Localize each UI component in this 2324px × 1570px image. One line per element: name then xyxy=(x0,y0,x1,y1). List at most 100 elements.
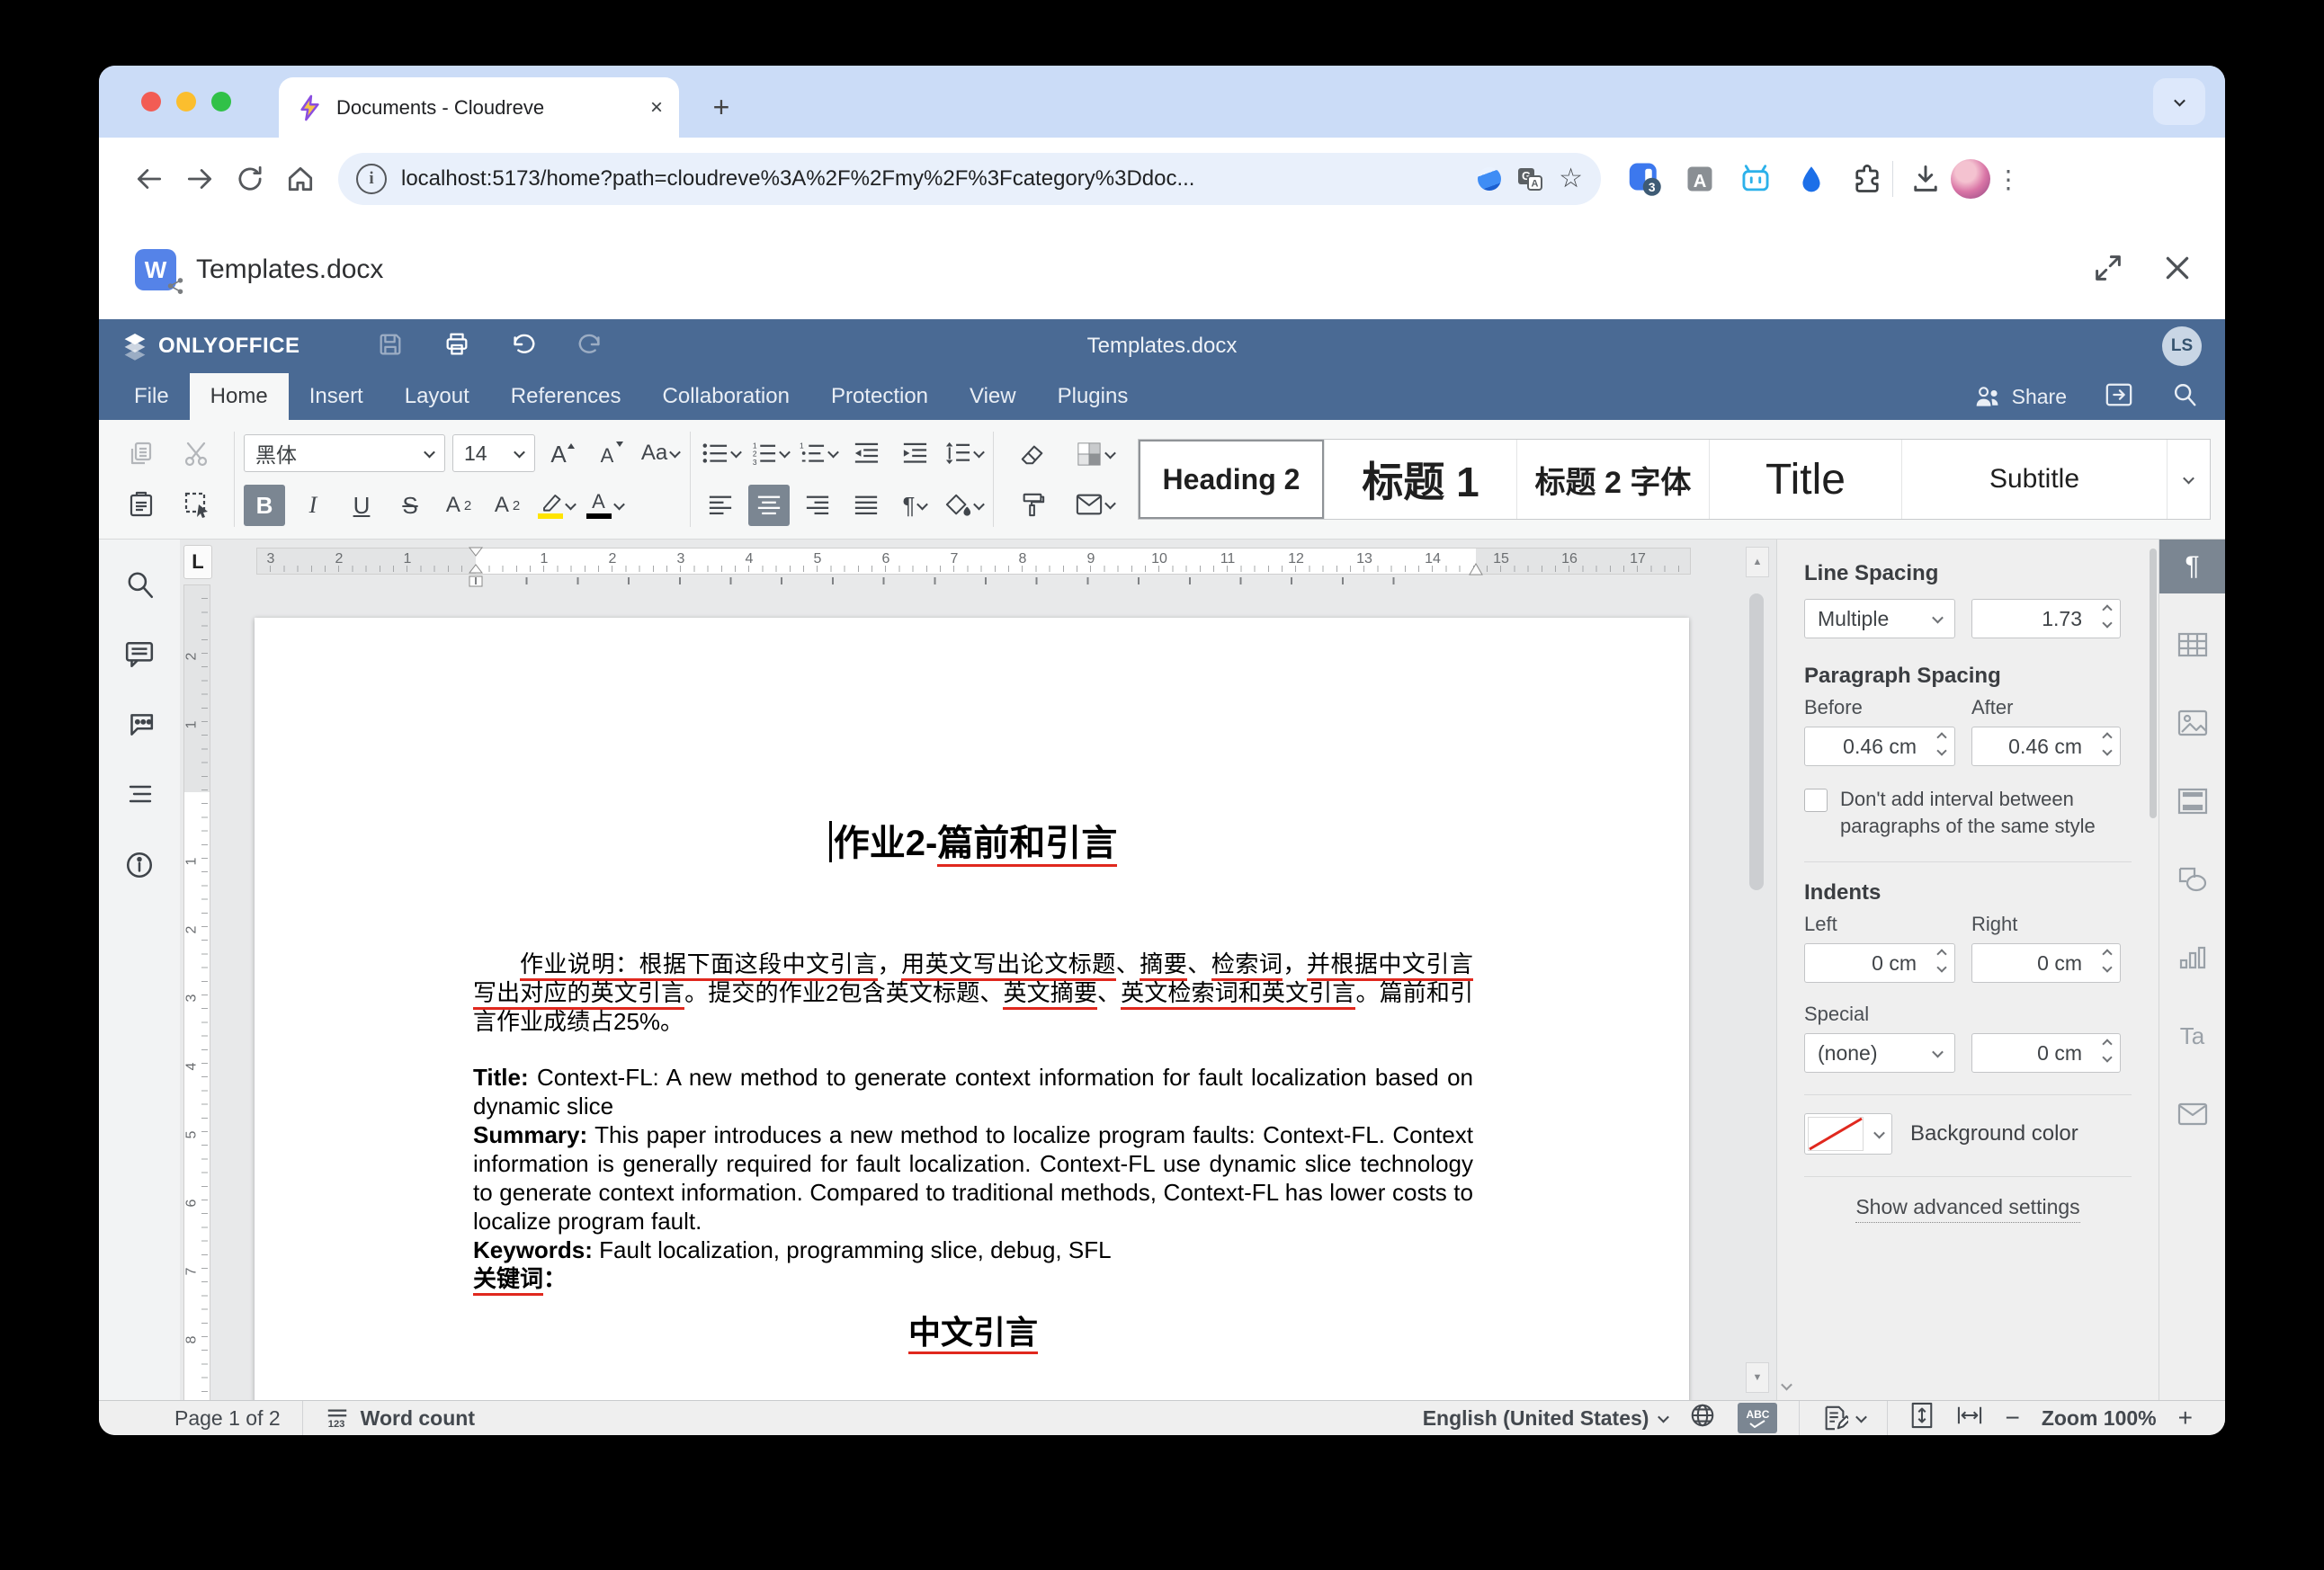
header-footer-settings-tab[interactable] xyxy=(2159,774,2225,828)
document-scrollbar[interactable]: ▼ xyxy=(1746,588,1769,1393)
highlight-color-button[interactable] xyxy=(535,485,577,526)
no-color-swatch[interactable] xyxy=(1808,1117,1864,1151)
zoom-in-button[interactable]: + xyxy=(2178,1404,2193,1432)
fit-page-icon[interactable] xyxy=(1909,1402,1935,1434)
set-language-icon[interactable] xyxy=(1689,1402,1716,1434)
style-heading-2-cn[interactable]: 标题 2 字体 xyxy=(1516,440,1709,519)
decrease-indent-button[interactable] xyxy=(845,433,887,474)
assignment-paragraph[interactable]: 作业说明：根据下面这段中文引言，用英文写出论文标题、摘要、检索词，并根据中文引言… xyxy=(473,950,1473,1036)
tab-close-icon[interactable]: × xyxy=(650,97,663,119)
spinner-arrows[interactable] xyxy=(2104,1040,2111,1061)
redo-button[interactable] xyxy=(577,331,603,362)
chat-icon[interactable] xyxy=(118,703,161,746)
spinner-arrows[interactable] xyxy=(1938,734,1945,754)
about-icon[interactable] xyxy=(118,843,161,887)
strikethrough-button[interactable]: S xyxy=(389,485,431,526)
styles-expand-button[interactable] xyxy=(2167,440,2210,519)
spell-check-button[interactable]: ABC xyxy=(1738,1403,1777,1433)
bookmark-star-icon[interactable]: ☆ xyxy=(1559,165,1583,192)
cut-button[interactable] xyxy=(176,433,218,475)
paragraph-settings-tab[interactable]: ¶ xyxy=(2159,540,2225,593)
doc-title-paragraph[interactable]: 作业2-篇前和引言 xyxy=(473,818,1473,869)
change-case-button[interactable]: Aa xyxy=(639,433,681,474)
style-title[interactable]: Title xyxy=(1709,440,1901,519)
increase-font-button[interactable]: A xyxy=(542,433,584,474)
scrollbar-thumb[interactable] xyxy=(1749,593,1764,890)
mail-merge-button[interactable] xyxy=(1074,484,1115,525)
extension-bilibili-icon[interactable] xyxy=(1738,161,1774,197)
style-heading-2[interactable]: Heading 2 xyxy=(1139,440,1324,519)
menu-tab-file[interactable]: File xyxy=(113,373,190,420)
mail-merge-settings-tab[interactable] xyxy=(2159,1087,2225,1141)
style-subtitle[interactable]: Subtitle xyxy=(1901,440,2167,519)
extension-reader-icon[interactable]: 3 xyxy=(1626,161,1662,197)
italic-button[interactable]: I xyxy=(292,485,334,526)
justify-button[interactable] xyxy=(845,485,887,526)
subscript-button[interactable]: A2 xyxy=(487,485,528,526)
indent-left-input[interactable]: 0 cm xyxy=(1804,943,1955,983)
table-shading-button[interactable] xyxy=(1074,433,1115,475)
share-button[interactable]: Share xyxy=(1974,385,2067,409)
open-file-location-icon[interactable] xyxy=(2105,381,2133,413)
zoom-out-button[interactable]: − xyxy=(2005,1404,2019,1432)
paragraph-shading-button[interactable] xyxy=(943,485,984,526)
extension-a-icon[interactable]: A xyxy=(1682,161,1718,197)
fit-width-icon[interactable] xyxy=(1956,1404,1983,1432)
scroll-down-button[interactable]: ▼ xyxy=(1746,1362,1769,1393)
minimize-window-button[interactable] xyxy=(176,92,196,112)
line-spacing-amount[interactable]: 1.73 xyxy=(1971,599,2121,638)
menu-tab-collaboration[interactable]: Collaboration xyxy=(642,373,810,420)
browser-menu-icon[interactable]: ⋮ xyxy=(1990,165,2026,194)
multilevel-list-button[interactable]: 1 xyxy=(797,433,838,474)
tab-selector[interactable]: L xyxy=(183,545,212,579)
font-name-select[interactable]: 黑体 xyxy=(244,434,445,472)
background-color-picker[interactable] xyxy=(1804,1113,1892,1155)
undo-button[interactable] xyxy=(510,331,537,362)
swatch-dropdown[interactable] xyxy=(1866,1114,1891,1154)
bold-button[interactable]: B xyxy=(244,485,285,526)
superscript-button[interactable]: A2 xyxy=(438,485,479,526)
language-select[interactable]: English (United States) xyxy=(1423,1406,1668,1431)
find-icon[interactable] xyxy=(118,563,161,606)
vertical-ruler[interactable]: 2 1 1 2 3 4 5 6 7 8 xyxy=(183,584,210,1400)
translate-icon[interactable]: GA xyxy=(1515,165,1544,193)
menu-tab-insert[interactable]: Insert xyxy=(289,373,384,420)
extension-pill-icon[interactable] xyxy=(1478,167,1501,191)
copy-button[interactable] xyxy=(121,433,162,475)
copy-style-button[interactable] xyxy=(1012,484,1053,525)
scroll-up-button[interactable]: ▲ xyxy=(1746,547,1769,577)
print-button[interactable] xyxy=(443,331,470,362)
extensions-puzzle-icon[interactable] xyxy=(1849,161,1885,197)
bullet-list-button[interactable] xyxy=(700,433,741,474)
menu-tab-plugins[interactable]: Plugins xyxy=(1037,373,1149,420)
navigation-headings-icon[interactable] xyxy=(118,773,161,816)
show-paragraph-marks-button[interactable]: ¶ xyxy=(894,485,935,526)
spinner-arrows[interactable] xyxy=(2104,950,2111,971)
search-icon[interactable] xyxy=(2171,381,2198,413)
site-info-icon[interactable]: i xyxy=(356,164,387,194)
font-color-button[interactable]: A xyxy=(584,485,625,526)
document-canvas[interactable]: 2 1 1 2 3 4 5 6 7 8 作业2-篇前和引言 xyxy=(180,584,1776,1400)
decrease-font-button[interactable]: A xyxy=(591,433,632,474)
special-amount-input[interactable]: 0 cm xyxy=(1971,1033,2121,1073)
menu-tab-references[interactable]: References xyxy=(490,373,642,420)
spacing-before-input[interactable]: 0.46 cm xyxy=(1804,727,1955,766)
increase-indent-button[interactable] xyxy=(894,433,935,474)
page-indicator[interactable]: Page 1 of 2 xyxy=(174,1406,281,1431)
show-advanced-settings-link[interactable]: Show advanced settings xyxy=(1855,1195,2079,1223)
menu-tab-view[interactable]: View xyxy=(949,373,1037,420)
menu-tab-protection[interactable]: Protection xyxy=(810,373,949,420)
user-avatar-badge[interactable]: LS xyxy=(2162,326,2202,366)
spacing-after-input[interactable]: 0.46 cm xyxy=(1971,727,2121,766)
right-indent-marker[interactable] xyxy=(1469,563,1483,575)
back-button[interactable] xyxy=(124,154,174,204)
spinner-arrows[interactable] xyxy=(2104,734,2111,754)
indent-right-input[interactable]: 0 cm xyxy=(1971,943,2121,983)
browser-tab[interactable]: Documents - Cloudreve × xyxy=(279,77,679,138)
chinese-intro-heading[interactable]: 中文引言 xyxy=(473,1311,1473,1354)
document-page[interactable]: 作业2-篇前和引言 作业说明：根据下面这段中文引言，用英文写出论文标题、摘要、检… xyxy=(255,618,1689,1400)
zoom-level[interactable]: Zoom 100% xyxy=(2042,1406,2157,1431)
spinner-arrows[interactable] xyxy=(1938,950,1945,971)
special-select[interactable]: (none) xyxy=(1804,1033,1955,1073)
numbered-list-button[interactable]: 123 xyxy=(748,433,790,474)
